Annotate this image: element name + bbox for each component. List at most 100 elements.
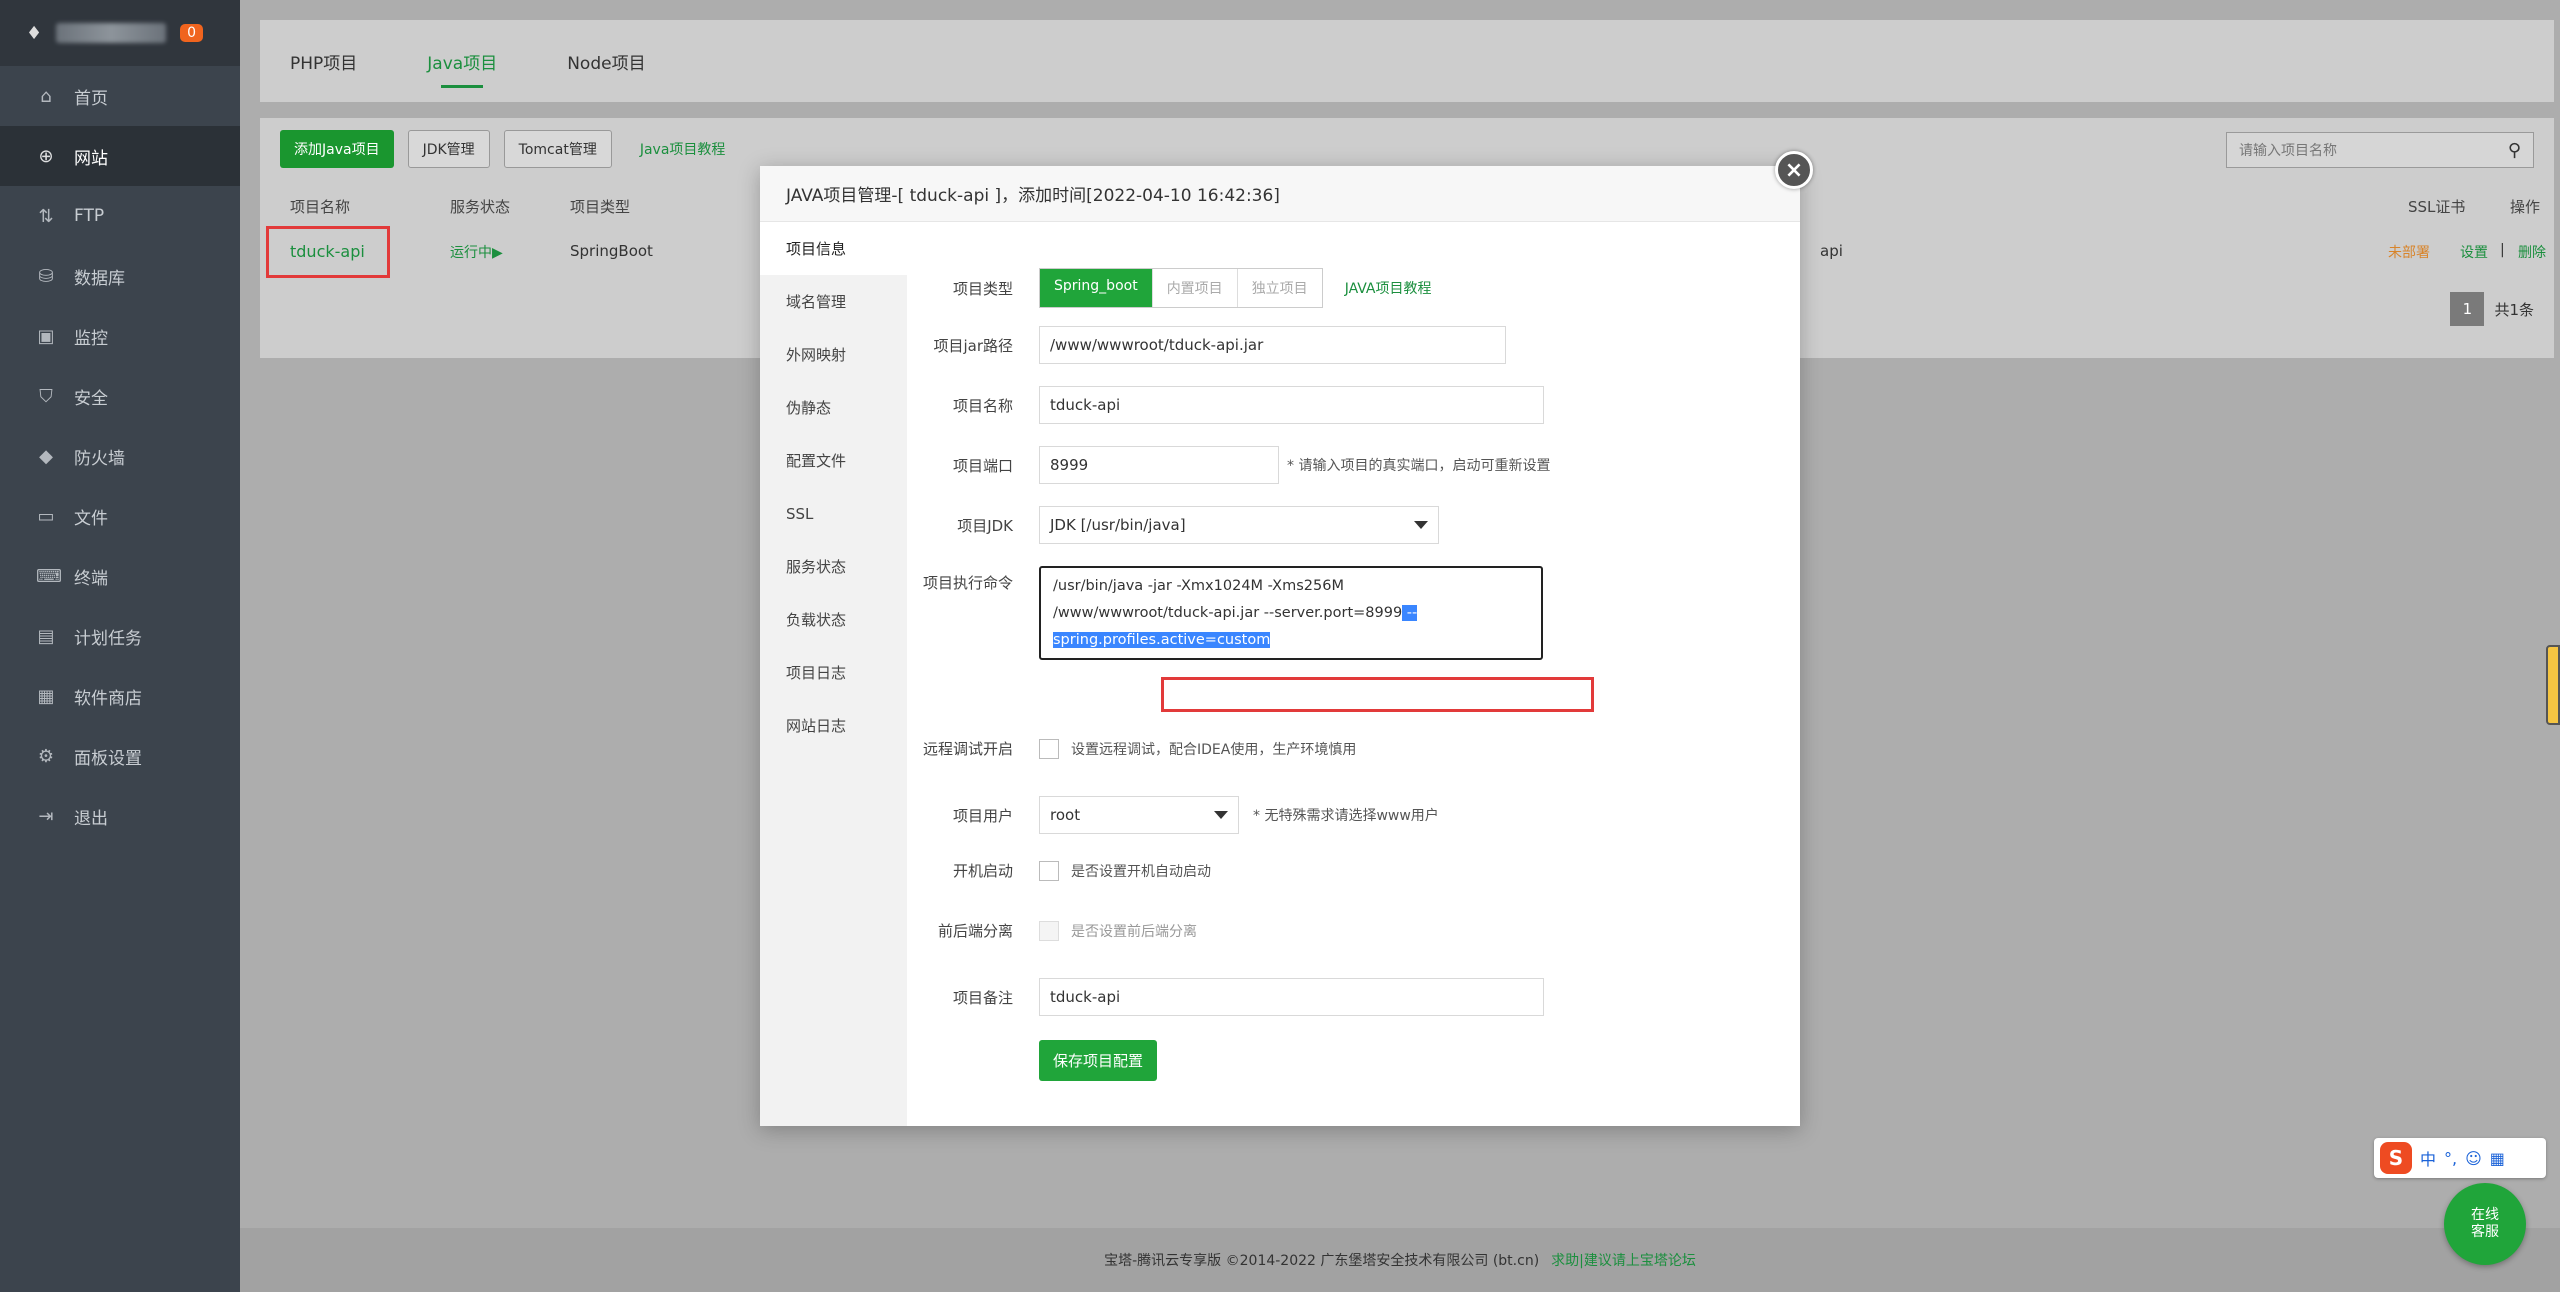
keyboard-icon[interactable]: ▦ bbox=[2490, 1149, 2505, 1168]
sidebar-item-monitor[interactable]: ▣ 监控 bbox=[0, 306, 240, 366]
sidebar-item-files[interactable]: ▭ 文件 bbox=[0, 486, 240, 546]
nav-project-log[interactable]: 项目日志 bbox=[760, 646, 907, 699]
search-input[interactable]: 请输入项目名称 ⚲ bbox=[2226, 132, 2534, 168]
globe-icon: ⊕ bbox=[38, 145, 54, 167]
ime-chinese-mode[interactable]: 中 bbox=[2420, 1146, 2436, 1170]
nav-ssl[interactable]: SSL bbox=[760, 487, 907, 540]
search-icon[interactable]: ⚲ bbox=[2508, 140, 2521, 161]
cmd-line-2-text: /www/wwwroot/tduck-api.jar --server.port… bbox=[1053, 605, 1403, 621]
col-ssl: SSL证书 bbox=[2408, 197, 2466, 216]
sidebar-item-label: 面板设置 bbox=[74, 748, 142, 769]
sidebar: ♦ 0 ⌂ 首页 ⊕ 网站 ⇅ FTP ⛁ 数据库 ▣ 监控 ⛉ 安全 ◆ 防火墙 ▭ 文件 ⌨… bbox=[0, 0, 240, 1292]
label-jdk: 项目JDK bbox=[957, 516, 1013, 535]
jdk-manage-button[interactable]: JDK管理 bbox=[407, 130, 490, 168]
notification-badge[interactable]: 0 bbox=[180, 24, 204, 42]
sidebar-item-label: 监控 bbox=[74, 328, 108, 349]
sidebar-item-logout[interactable]: ⇥ 退出 bbox=[0, 786, 240, 846]
nav-project-info[interactable]: 项目信息 bbox=[760, 222, 907, 275]
type-standalone-option[interactable]: 独立项目 bbox=[1236, 269, 1322, 307]
emoji-icon[interactable]: ☺ bbox=[2465, 1149, 2482, 1168]
sidebar-item-cron[interactable]: ▤ 计划任务 bbox=[0, 606, 240, 666]
nav-service-status[interactable]: 服务状态 bbox=[760, 540, 907, 593]
tab-node[interactable]: Node项目 bbox=[567, 39, 645, 84]
row-boot: 开机启动 是否设置开机自动启动 bbox=[907, 860, 1211, 881]
user-select[interactable]: root bbox=[1039, 796, 1239, 834]
forum-link[interactable]: 求助|建议请上宝塔论坛 bbox=[1551, 1250, 1696, 1270]
project-domain: api bbox=[1820, 242, 1843, 260]
row-type: 项目类型 Spring_boot 内置项目 独立项目 JAVA项目教程 bbox=[907, 268, 1432, 308]
modal-nav: 项目信息 域名管理 外网映射 伪静态 配置文件 SSL 服务状态 负载状态 项目… bbox=[760, 222, 907, 1126]
sidebar-item-label: 防火墙 bbox=[74, 448, 125, 469]
nav-load-status[interactable]: 负载状态 bbox=[760, 593, 907, 646]
nav-domain[interactable]: 域名管理 bbox=[760, 275, 907, 328]
ime-toolbar[interactable]: S 中 °, ☺ ▦ bbox=[2374, 1138, 2546, 1178]
sidebar-item-label: FTP bbox=[74, 206, 105, 226]
footer: 宝塔-腾讯云专享版 ©2014-2022 广东堡塔安全技术有限公司 (bt.cn… bbox=[240, 1228, 2560, 1292]
tab-php[interactable]: PHP项目 bbox=[290, 39, 357, 84]
sidebar-item-security[interactable]: ⛉ 安全 bbox=[0, 366, 240, 426]
sidebar-item-ftp[interactable]: ⇅ FTP bbox=[0, 186, 240, 246]
add-java-project-button[interactable]: 添加Java项目 bbox=[280, 130, 394, 168]
project-type: SpringBoot bbox=[570, 242, 653, 260]
monitor-icon: ▣ bbox=[37, 325, 55, 347]
sidebar-item-firewall[interactable]: ◆ 防火墙 bbox=[0, 426, 240, 486]
chevron-down-icon bbox=[1414, 521, 1428, 529]
cmd-line-2: /www/wwwroot/tduck-api.jar --server.port… bbox=[1053, 600, 1529, 627]
nav-config-file[interactable]: 配置文件 bbox=[760, 434, 907, 487]
boot-checkbox[interactable] bbox=[1039, 860, 1059, 881]
chevron-down-icon bbox=[1214, 811, 1228, 819]
remark-input[interactable]: tduck-api bbox=[1039, 978, 1544, 1016]
separation-note: 是否设置前后端分离 bbox=[1071, 923, 1197, 940]
jar-path-input[interactable]: /www/wwwroot/tduck-api.jar bbox=[1039, 326, 1506, 364]
status-running[interactable]: 运行中▶ bbox=[450, 242, 503, 262]
save-config-button[interactable]: 保存项目配置 bbox=[1039, 1040, 1158, 1081]
sidebar-item-terminal[interactable]: ⌨ 终端 bbox=[0, 546, 240, 606]
sidebar-item-store[interactable]: ▦ 软件商店 bbox=[0, 666, 240, 726]
user-note: * 无特殊需求请选择www用户 bbox=[1253, 808, 1439, 824]
jdk-select[interactable]: JDK [/usr/bin/java] bbox=[1039, 506, 1439, 544]
user-select-value: root bbox=[1050, 806, 1081, 824]
settings-link[interactable]: 设置 bbox=[2460, 242, 2488, 262]
row-name: 项目名称 tduck-api bbox=[907, 386, 1544, 424]
label-debug: 远程调试开启 bbox=[922, 740, 1013, 758]
command-textarea[interactable]: /usr/bin/java -jar -Xmx1024M -Xms256M /w… bbox=[1039, 566, 1543, 660]
row-remark: 项目备注 tduck-api bbox=[907, 978, 1544, 1016]
online-support-button[interactable]: 在线 客服 bbox=[2444, 1183, 2526, 1265]
toolbar: 添加Java项目 JDK管理 Tomcat管理 Java项目教程 bbox=[280, 130, 725, 168]
sidebar-item-label: 软件商店 bbox=[74, 688, 142, 709]
logout-icon: ⇥ bbox=[38, 805, 54, 827]
col-type: 项目类型 bbox=[570, 197, 631, 216]
port-input[interactable]: 8999 bbox=[1039, 446, 1279, 484]
sidebar-item-website[interactable]: ⊕ 网站 bbox=[0, 126, 240, 186]
nav-external-mapping[interactable]: 外网映射 bbox=[760, 328, 907, 381]
tab-java[interactable]: Java项目 bbox=[427, 39, 497, 88]
ime-punct-mode[interactable]: °, bbox=[2444, 1149, 2457, 1168]
sidebar-item-home[interactable]: ⌂ 首页 bbox=[0, 66, 240, 126]
java-tutorial-link[interactable]: Java项目教程 bbox=[640, 139, 726, 159]
debug-note: 设置远程调试，配合IDEA使用，生产环境慎用 bbox=[1071, 741, 1357, 758]
delete-link[interactable]: 删除 bbox=[2518, 242, 2546, 262]
sidebar-item-label: 终端 bbox=[74, 568, 108, 589]
home-icon: ⌂ bbox=[40, 85, 52, 107]
nav-site-log[interactable]: 网站日志 bbox=[760, 699, 907, 752]
debug-checkbox[interactable] bbox=[1039, 738, 1059, 759]
close-icon[interactable]: × bbox=[1775, 151, 1813, 189]
separation-checkbox[interactable] bbox=[1039, 920, 1059, 941]
project-name-input[interactable]: tduck-api bbox=[1039, 386, 1544, 424]
type-builtin-option[interactable]: 内置项目 bbox=[1151, 269, 1237, 307]
shield-icon: ⛉ bbox=[39, 385, 53, 407]
ssl-status[interactable]: 未部署 bbox=[2388, 242, 2430, 262]
sidebar-item-settings[interactable]: ⚙ 面板设置 bbox=[0, 726, 240, 786]
ops-separator: | bbox=[2500, 242, 2505, 258]
pagination: 1 共1条 bbox=[2450, 292, 2534, 326]
nav-rewrite[interactable]: 伪静态 bbox=[760, 381, 907, 434]
row-cmd: 项目执行命令 /usr/bin/java -jar -Xmx1024M -Xms… bbox=[907, 566, 1543, 660]
type-tutorial-link[interactable]: JAVA项目教程 bbox=[1345, 278, 1432, 298]
type-springboot-option[interactable]: Spring_boot bbox=[1040, 269, 1152, 307]
sidebar-item-database[interactable]: ⛁ 数据库 bbox=[0, 246, 240, 306]
tomcat-manage-button[interactable]: Tomcat管理 bbox=[503, 130, 612, 168]
col-name: 项目名称 bbox=[290, 197, 351, 216]
page-button[interactable]: 1 bbox=[2450, 292, 2485, 326]
settings-icon: ⚙ bbox=[37, 745, 55, 767]
edge-widget-tab[interactable] bbox=[2546, 645, 2560, 725]
